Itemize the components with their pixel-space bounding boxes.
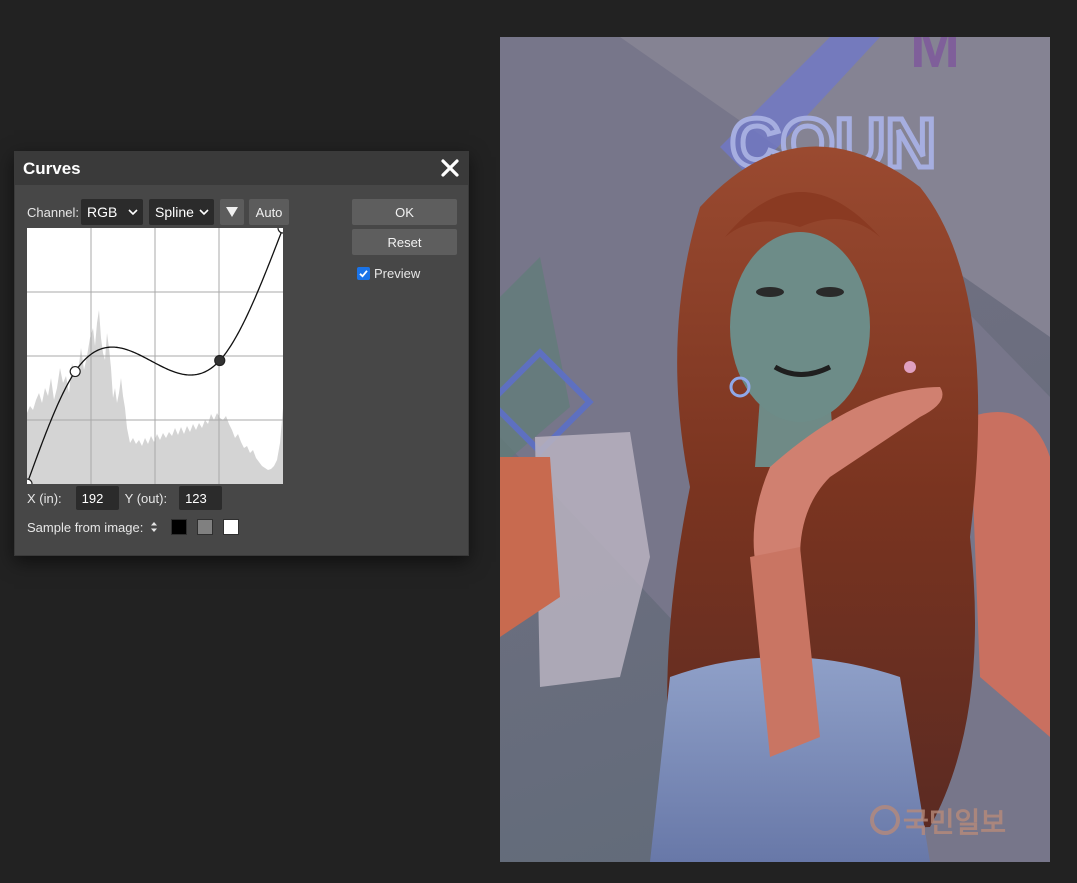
- preview-row: Preview: [357, 264, 420, 282]
- auto-button-label: Auto: [255, 204, 283, 220]
- x-label: X (in):: [27, 490, 62, 506]
- canvas-photo-drawing: COUN M 국민일보: [500, 37, 1050, 862]
- checkmark-icon: [359, 269, 368, 278]
- preview-label: Preview: [374, 265, 421, 281]
- channel-select-value: RGB: [87, 204, 118, 220]
- canvas-image[interactable]: COUN M 국민일보: [500, 37, 1050, 862]
- chevron-down-icon: [128, 209, 138, 216]
- svg-text:M: M: [910, 37, 960, 80]
- curve-editor[interactable]: [21, 222, 289, 490]
- curve-graph: [21, 222, 289, 490]
- dialog-titlebar[interactable]: Curves: [15, 152, 468, 185]
- curve-point[interactable]: [277, 222, 289, 234]
- channel-label: Channel:: [27, 204, 80, 220]
- chevron-down-icon: [199, 209, 209, 216]
- presets-button[interactable]: [220, 199, 245, 225]
- watermark-text: 국민일보: [903, 806, 1006, 839]
- sample-gray-swatch[interactable]: [197, 519, 214, 535]
- x-input[interactable]: 192: [75, 486, 119, 510]
- channel-row: Channel: RGB Spline Auto: [27, 199, 290, 225]
- auto-button[interactable]: Auto: [249, 199, 290, 225]
- ok-button-label: OK: [395, 204, 414, 220]
- up-down-arrows-icon[interactable]: [149, 521, 159, 533]
- sample-row: Sample from image:: [27, 517, 240, 537]
- dialog-title: Curves: [23, 159, 81, 178]
- sample-white-swatch[interactable]: [223, 519, 240, 535]
- y-label: Y (out):: [124, 490, 168, 506]
- reset-button[interactable]: Reset: [352, 229, 457, 255]
- curve-point[interactable]: [69, 365, 81, 378]
- reset-button-label: Reset: [387, 234, 422, 250]
- channel-select[interactable]: RGB: [81, 199, 144, 225]
- curve-point-selected[interactable]: [214, 354, 226, 367]
- interpolation-select-value: Spline: [155, 204, 194, 220]
- preview-checkbox[interactable]: [357, 266, 370, 280]
- y-input[interactable]: 123: [179, 486, 223, 510]
- ok-button[interactable]: OK: [352, 199, 457, 225]
- triangle-down-icon: [226, 207, 239, 217]
- curves-dialog: Curves Channel: RGB Spline Auto X (in): …: [14, 151, 469, 556]
- close-icon[interactable]: [438, 156, 462, 180]
- interpolation-select[interactable]: Spline: [149, 199, 215, 225]
- xy-row: X (in): 192 Y (out): 123: [27, 486, 223, 510]
- sample-label: Sample from image:: [27, 519, 144, 535]
- sample-black-swatch[interactable]: [171, 519, 188, 535]
